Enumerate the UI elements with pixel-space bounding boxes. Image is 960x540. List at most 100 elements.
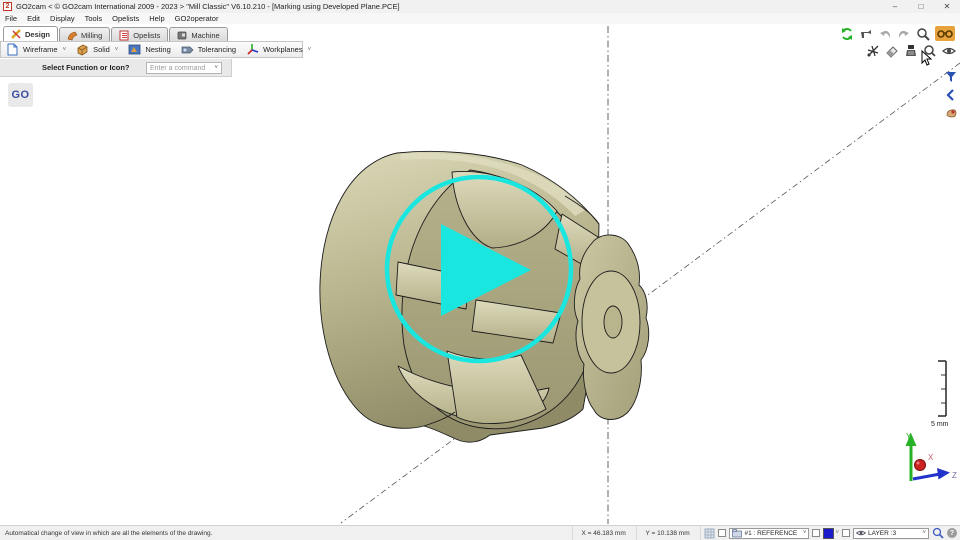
refresh-icon bbox=[840, 27, 854, 41]
command-bar: Select Function or Icon? Enter a command… bbox=[0, 59, 232, 77]
window-title: GO2cam < © GO2cam International 2009 - 2… bbox=[16, 2, 400, 11]
tab-design-label: Design bbox=[25, 30, 50, 39]
maximize-button[interactable]: □ bbox=[908, 0, 934, 13]
solid-label: Solid bbox=[93, 45, 110, 54]
command-placeholder: Enter a command bbox=[150, 65, 205, 72]
menu-help[interactable]: Help bbox=[144, 14, 169, 23]
tab-opelists-label: Opelists bbox=[133, 31, 160, 40]
machine-icon bbox=[177, 30, 188, 41]
pan-hand-button[interactable] bbox=[944, 106, 958, 120]
tab-machine-label: Machine bbox=[191, 31, 219, 40]
wireframe-dropdown-caret[interactable]: ˅ bbox=[63, 47, 67, 53]
wireframe-icon bbox=[6, 43, 19, 56]
tolerancing-button[interactable]: Tolerancing bbox=[176, 42, 241, 57]
x-axis-label: X bbox=[928, 453, 934, 462]
workplanes-button[interactable]: Workplanes ˅ bbox=[241, 42, 316, 57]
command-prompt-label: Select Function or Icon? bbox=[42, 63, 130, 72]
design-icon bbox=[11, 29, 22, 40]
flange-center-hole bbox=[604, 306, 622, 338]
undo-button[interactable] bbox=[878, 27, 892, 41]
command-input[interactable]: Enter a command ˅ bbox=[146, 62, 222, 74]
filter-icon bbox=[945, 71, 957, 83]
view-tools-row bbox=[840, 26, 955, 41]
minimize-button[interactable]: – bbox=[882, 0, 908, 13]
view-glasses-button[interactable] bbox=[935, 26, 955, 41]
undo-icon bbox=[878, 27, 892, 41]
layer-selector[interactable]: LAYER :3 ˅ bbox=[853, 528, 929, 539]
status-bar-controls: #1 : REFERENCE ˅ ˅ LAYER :3 ˅ ? bbox=[700, 526, 960, 540]
glasses-icon bbox=[937, 29, 953, 39]
status-bar: Automatical change of view in which are … bbox=[0, 525, 960, 540]
nesting-button[interactable]: Nesting bbox=[123, 42, 175, 57]
scale-ruler: 5 mm bbox=[928, 358, 954, 430]
menu-edit[interactable]: Edit bbox=[22, 14, 45, 23]
menu-opelists[interactable]: Opelists bbox=[107, 14, 144, 23]
menu-file[interactable]: File bbox=[0, 14, 22, 23]
nesting-label: Nesting bbox=[145, 45, 170, 54]
side-panel-controls bbox=[944, 70, 958, 120]
app-icon: 2 bbox=[3, 2, 12, 11]
close-button[interactable]: ✕ bbox=[934, 0, 960, 13]
reference-icon bbox=[732, 529, 742, 538]
go2cam-logo-button[interactable]: GO bbox=[8, 83, 33, 107]
layer-checkbox[interactable] bbox=[842, 529, 850, 537]
tolerancing-icon bbox=[181, 43, 194, 56]
x-coordinate-readout: X = 46.183 mm bbox=[572, 526, 636, 540]
current-color-swatch bbox=[823, 528, 834, 539]
tab-machine[interactable]: Machine bbox=[169, 27, 227, 42]
grid-icon[interactable] bbox=[704, 528, 715, 539]
eraser-icon bbox=[885, 44, 899, 58]
design-toolbar: Wireframe ˅ Solid ˅ Nesting Tolerancing bbox=[0, 41, 303, 58]
drawing-viewport[interactable] bbox=[0, 24, 960, 525]
menu-display[interactable]: Display bbox=[45, 14, 80, 23]
eye-icon bbox=[942, 44, 956, 58]
part-model[interactable] bbox=[320, 151, 649, 442]
filter-button[interactable] bbox=[944, 70, 958, 84]
visibility-button[interactable] bbox=[942, 44, 956, 58]
opelists-icon bbox=[119, 30, 130, 41]
ribbon-tabs: Design Milling Opelists Machine bbox=[3, 26, 229, 42]
solid-dropdown-caret[interactable]: ˅ bbox=[115, 47, 119, 53]
menu-go2operator[interactable]: GO2operator bbox=[170, 14, 224, 23]
broom-icon bbox=[904, 44, 918, 58]
title-bar: 2 GO2cam < © GO2cam International 2009 -… bbox=[0, 0, 960, 13]
redo-button[interactable] bbox=[897, 27, 911, 41]
color-caret[interactable]: ˅ bbox=[835, 530, 839, 536]
menu-tools[interactable]: Tools bbox=[80, 14, 108, 23]
menu-bar: File Edit Display Tools Opelists Help GO… bbox=[0, 13, 960, 24]
clean-screen-button[interactable] bbox=[904, 44, 918, 58]
command-dropdown-caret[interactable]: ˅ bbox=[214, 65, 218, 71]
collapse-panel-button[interactable] bbox=[944, 88, 958, 102]
status-message: Automatical change of view in which are … bbox=[0, 530, 572, 537]
layer-caret[interactable]: ˅ bbox=[922, 530, 926, 536]
color-picker[interactable]: ˅ bbox=[823, 528, 839, 539]
reference-selector[interactable]: #1 : REFERENCE ˅ bbox=[729, 528, 809, 539]
tab-opelists[interactable]: Opelists bbox=[111, 27, 168, 42]
layer-value: LAYER :3 bbox=[868, 530, 896, 537]
selection-tool-icon bbox=[859, 27, 873, 41]
regenerate-button[interactable] bbox=[840, 27, 854, 41]
layer-eye-icon bbox=[856, 529, 866, 537]
reference-caret[interactable]: ˅ bbox=[803, 530, 807, 536]
selection-tool-button[interactable] bbox=[859, 27, 873, 41]
erase-button[interactable] bbox=[885, 44, 899, 58]
wireframe-label: Wireframe bbox=[23, 45, 58, 54]
z-axis-arrow bbox=[937, 468, 950, 480]
mouse-cursor bbox=[921, 50, 933, 66]
zoom-layer-icon[interactable] bbox=[932, 527, 944, 539]
tab-milling[interactable]: Milling bbox=[59, 27, 110, 42]
workplanes-dropdown-caret[interactable]: ˅ bbox=[308, 47, 312, 53]
tab-design[interactable]: Design bbox=[3, 26, 58, 42]
zoom-button[interactable] bbox=[916, 27, 930, 41]
y-coordinate-readout: Y = 10.138 mm bbox=[636, 526, 700, 540]
wireframe-button[interactable]: Wireframe ˅ bbox=[1, 42, 71, 57]
color-checkbox[interactable] bbox=[812, 529, 820, 537]
reference-checkbox[interactable] bbox=[718, 529, 726, 537]
x-axis-sphere bbox=[915, 460, 926, 471]
workplanes-label: Workplanes bbox=[263, 45, 302, 54]
toolpath-display-button[interactable] bbox=[866, 44, 880, 58]
solid-button[interactable]: Solid ˅ bbox=[71, 42, 123, 57]
window-controls: – □ ✕ bbox=[882, 0, 960, 13]
axis-triad: Y Z X bbox=[893, 427, 959, 495]
help-button[interactable]: ? bbox=[947, 528, 957, 538]
